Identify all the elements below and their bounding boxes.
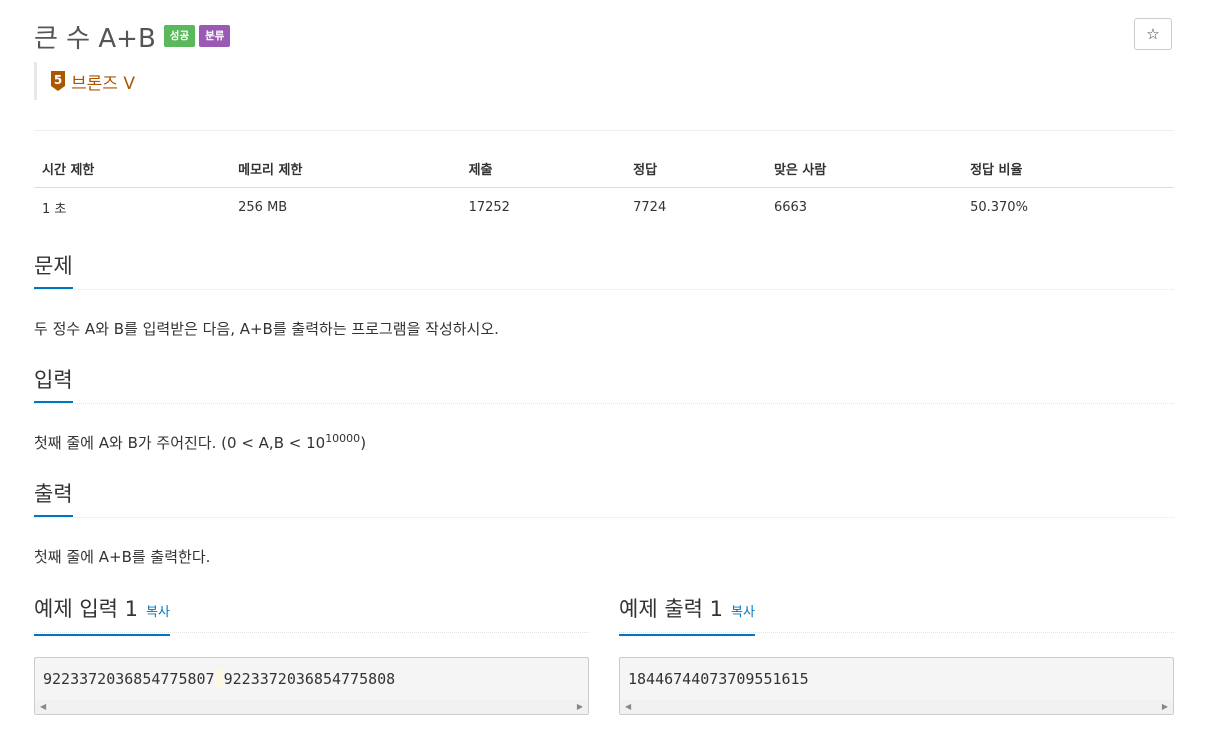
value-submissions: 17252 xyxy=(468,200,510,215)
sample-input-title: 예제 입력 1 xyxy=(34,597,138,621)
input-suffix: ) xyxy=(360,434,367,452)
sample-output-box[interactable]: 18446744073709551615 ◀ ▶ xyxy=(619,657,1174,715)
header-memory-limit: 메모리 제한 xyxy=(230,150,461,188)
output-section: 출력 첫째 줄에 A+B를 출력한다. xyxy=(34,481,1174,567)
sample-input-separator xyxy=(214,670,224,688)
copy-input-link[interactable]: 복사 xyxy=(146,605,170,620)
info-header-row: 시간 제한 메모리 제한 제출 정답 맞은 사람 정답 비율 xyxy=(34,150,1174,188)
problem-heading: 문제 xyxy=(34,253,73,289)
header-submissions: 제출 xyxy=(460,150,626,188)
sample-input-header: 예제 입력 1 복사 xyxy=(34,596,589,636)
input-exponent: 10000 xyxy=(325,432,361,445)
input-description: 첫째 줄에 A와 B가 주어진다. (0 < A,B < 1010000) xyxy=(34,432,1174,453)
header-time-limit: 시간 제한 xyxy=(34,150,231,188)
sample-output-section: 예제 출력 1 복사 18446744073709551615 ◀ ▶ xyxy=(619,596,1174,715)
output-section-header: 출력 xyxy=(34,481,1174,518)
info-value-row: 1 초 256 MB 17252 7724 6663 50.370% xyxy=(34,188,1174,228)
sample-input-b: 9223372036854775808 xyxy=(223,670,396,688)
header-solvers: 맞은 사람 xyxy=(765,150,963,188)
value-memory-limit: 256 MB xyxy=(238,200,288,215)
sample-output-header: 예제 출력 1 복사 xyxy=(619,596,1174,636)
input-section-header: 입력 xyxy=(34,367,1174,404)
output-description: 첫째 줄에 A+B를 출력한다. xyxy=(34,548,211,566)
horizontal-scrollbar[interactable]: ◀ ▶ xyxy=(620,700,1173,714)
problem-info-table: 시간 제한 메모리 제한 제출 정답 맞은 사람 정답 비율 1 초 256 M… xyxy=(34,150,1174,227)
scroll-right-icon[interactable]: ▶ xyxy=(1162,700,1168,714)
value-time-limit: 1 초 xyxy=(42,202,67,217)
problem-section-header: 문제 xyxy=(34,253,1174,290)
output-heading: 출력 xyxy=(34,481,73,517)
scroll-right-icon[interactable]: ▶ xyxy=(577,700,583,714)
sample-input-section: 예제 입력 1 복사 9223372036854775807 9223372036… xyxy=(34,596,589,715)
favorite-star-button[interactable]: ☆ xyxy=(1134,18,1172,50)
classify-badge[interactable]: 분류 xyxy=(199,25,231,47)
tier-label: 브론즈 V xyxy=(71,73,135,94)
input-text: 첫째 줄에 A와 B가 주어진다. (0 < A,B < 10 xyxy=(34,434,326,452)
tier-info[interactable]: 5 브론즈 V xyxy=(34,62,135,100)
input-heading: 입력 xyxy=(34,367,73,403)
divider xyxy=(34,130,1174,131)
star-icon: ☆ xyxy=(1146,25,1160,43)
scroll-left-icon[interactable]: ◀ xyxy=(625,700,631,714)
value-accept-ratio: 50.370% xyxy=(970,200,1028,215)
value-accepted: 7724 xyxy=(633,200,667,215)
sample-output-title: 예제 출력 1 xyxy=(619,597,723,621)
problem-description: 두 정수 A와 B를 입력받은 다음, A+B를 출력하는 프로그램을 작성하시… xyxy=(34,320,499,338)
page-title: 큰 수 A+B xyxy=(34,23,156,54)
input-section: 입력 첫째 줄에 A와 B가 주어진다. (0 < A,B < 1010000) xyxy=(34,367,1174,453)
sample-input-heading: 예제 입력 1 복사 xyxy=(34,596,170,636)
sample-input-box[interactable]: 9223372036854775807 9223372036854775808 … xyxy=(34,657,589,715)
sample-output-code: 18446744073709551615 xyxy=(628,670,809,688)
title-row: 큰 수 A+B 성공 분류 xyxy=(34,18,231,54)
sample-input-code: 9223372036854775807 9223372036854775808 xyxy=(35,658,588,700)
problem-section: 문제 두 정수 A와 B를 입력받은 다음, A+B를 출력하는 프로그램을 작… xyxy=(34,253,1174,339)
success-badge[interactable]: 성공 xyxy=(163,25,196,47)
header-accept-ratio: 정답 비율 xyxy=(962,150,1174,188)
sample-output-heading: 예제 출력 1 복사 xyxy=(619,596,755,636)
sample-input-a: 9223372036854775807 xyxy=(43,670,215,688)
value-solvers: 6663 xyxy=(773,200,808,215)
scroll-left-icon[interactable]: ◀ xyxy=(40,700,46,714)
bronze-tier-icon: 5 xyxy=(51,71,65,91)
copy-output-link[interactable]: 복사 xyxy=(731,605,755,620)
horizontal-scrollbar[interactable]: ◀ ▶ xyxy=(35,700,588,714)
header-accepted: 정답 xyxy=(625,150,766,188)
